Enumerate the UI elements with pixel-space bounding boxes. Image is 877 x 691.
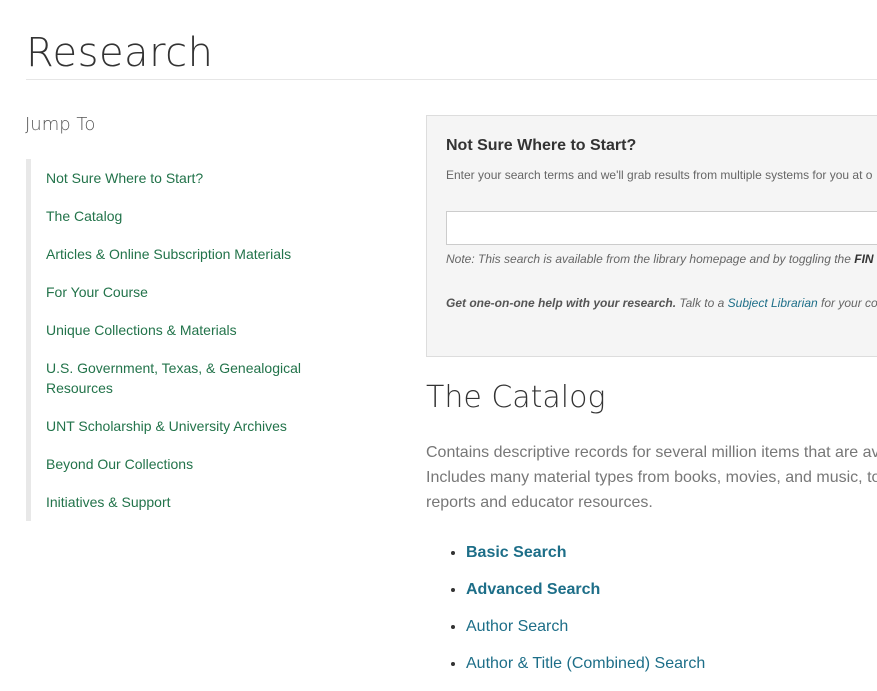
help-box-help-line: Get one-on-one help with your research. … (446, 296, 877, 310)
list-item: Author Search (466, 615, 866, 639)
jump-item-catalog[interactable]: The Catalog (26, 197, 356, 235)
note-bold-text: FIN (854, 252, 874, 266)
author-title-search-link[interactable]: Author & Title (Combined) Search (466, 655, 705, 672)
page-title: Research (26, 30, 214, 76)
help-text: Talk to a (676, 296, 728, 310)
jump-item-initiatives[interactable]: Initiatives & Support (26, 483, 356, 521)
basic-search-link[interactable]: Basic Search (466, 544, 567, 561)
catalog-heading: The Catalog (426, 380, 606, 415)
help-box-title: Not Sure Where to Start? (446, 137, 637, 154)
jump-to-heading: Jump To (25, 114, 96, 135)
jump-item-articles[interactable]: Articles & Online Subscription Materials (26, 235, 356, 273)
author-search-link[interactable]: Author Search (466, 618, 568, 635)
jump-item-beyond[interactable]: Beyond Our Collections (26, 445, 356, 483)
catalog-description: Contains descriptive records for several… (426, 440, 877, 515)
jump-to-nav: Not Sure Where to Start? The Catalog Art… (26, 159, 356, 521)
note-text: Note: This search is available from the … (446, 252, 855, 266)
catalog-desc-line-3: reports and educator resources. (426, 494, 653, 511)
catalog-link-list: Basic Search Advanced Search Author Sear… (446, 541, 866, 689)
catalog-desc-line-1: Contains descriptive records for several… (426, 444, 877, 461)
not-sure-box: Not Sure Where to Start? Enter your sear… (426, 115, 877, 357)
jump-item-unique-collections[interactable]: Unique Collections & Materials (26, 311, 356, 349)
jump-item-government[interactable]: U.S. Government, Texas, & Genealogical R… (26, 349, 356, 407)
list-item: Advanced Search (466, 578, 866, 602)
discovery-search-input[interactable] (446, 211, 877, 245)
help-suffix-text: for your co (817, 296, 877, 310)
advanced-search-link[interactable]: Advanced Search (466, 581, 600, 598)
catalog-desc-line-2: Includes many material types from books,… (426, 469, 877, 486)
jump-item-course[interactable]: For Your Course (26, 273, 356, 311)
jump-item-not-sure[interactable]: Not Sure Where to Start? (26, 159, 356, 197)
subject-librarian-link[interactable]: Subject Librarian (728, 296, 818, 310)
help-box-note: Note: This search is available from the … (446, 252, 874, 266)
help-bold-text: Get one-on-one help with your research. (446, 296, 677, 310)
list-item: Author & Title (Combined) Search (466, 652, 866, 676)
help-box-description: Enter your search terms and we'll grab r… (446, 168, 873, 182)
list-item: Basic Search (466, 541, 866, 565)
jump-item-scholarship[interactable]: UNT Scholarship & University Archives (26, 407, 356, 445)
title-divider (26, 79, 877, 80)
